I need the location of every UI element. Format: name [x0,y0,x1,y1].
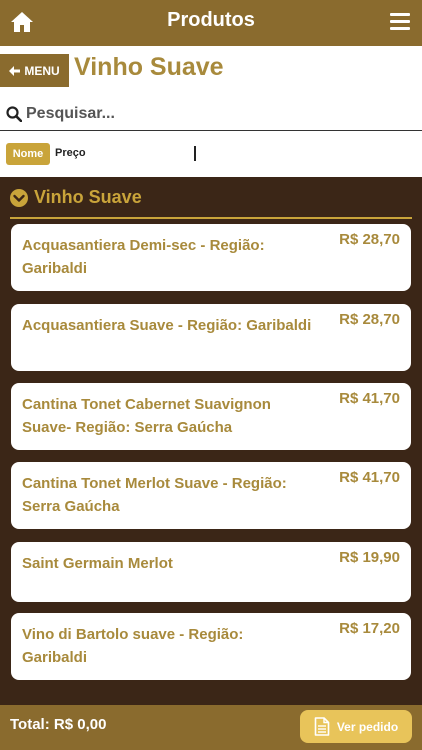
product-price: R$ 17,20 [339,620,400,637]
hamburger-icon[interactable] [390,13,410,31]
view-order-button[interactable]: Ver pedido [300,710,412,743]
app-title: Produtos [167,9,255,31]
sort-by-price-button[interactable]: Preço [55,147,86,159]
product-name: Cantina Tonet Cabernet Suavignon Suave- … [22,396,271,436]
product-card[interactable]: Saint Germain Merlot R$ 19,90 [11,542,411,602]
product-price: R$ 41,70 [339,390,400,407]
product-price: R$ 28,70 [339,231,400,248]
sort-options: Nome Preço [0,141,422,171]
product-name: Saint Germain Merlot [22,555,173,572]
product-price: R$ 19,90 [339,549,400,566]
product-card[interactable]: Vino di Bartolo suave - Região: Garibald… [11,613,411,680]
product-name: Acquasantiera Suave - Região: Garibaldi [22,317,312,334]
search-icon [6,106,22,122]
chevron-down-circle-icon [10,188,28,207]
top-bar: Produtos [0,0,422,46]
section-header[interactable]: Vinho Suave [10,187,142,208]
text-caret [194,146,196,161]
product-list: Vinho Suave Acquasantiera Demi-sec - Reg… [0,177,422,705]
sort-by-name-button[interactable]: Nome [6,143,50,165]
product-price: R$ 41,70 [339,469,400,486]
product-card[interactable]: Cantina Tonet Cabernet Suavignon Suave- … [11,383,411,450]
footer-bar: Total: R$ 0,00 Ver pedido [0,705,422,750]
product-card[interactable]: Acquasantiera Suave - Região: Garibaldi … [11,304,411,371]
view-order-label: Ver pedido [336,719,399,734]
product-name: Cantina Tonet Merlot Suave - Região: Ser… [22,475,287,515]
search-bar [0,98,422,131]
document-icon [314,717,330,736]
product-card[interactable]: Cantina Tonet Merlot Suave - Região: Ser… [11,462,411,529]
section-divider [10,217,412,219]
product-price: R$ 28,70 [339,311,400,328]
section-title: Vinho Suave [34,187,142,207]
menu-label: MENU [24,63,60,78]
product-card[interactable]: Acquasantiera Demi-sec - Região: Garibal… [11,224,411,291]
product-name: Acquasantiera Demi-sec - Região: Garibal… [22,237,265,277]
menu-back-button[interactable]: MENU [0,54,69,87]
page-title: Vinho Suave [74,53,224,81]
arrow-left-icon [9,65,21,76]
order-total: Total: R$ 0,00 [10,716,107,733]
search-input[interactable] [26,105,406,123]
product-name: Vino di Bartolo suave - Região: Garibald… [22,626,244,666]
